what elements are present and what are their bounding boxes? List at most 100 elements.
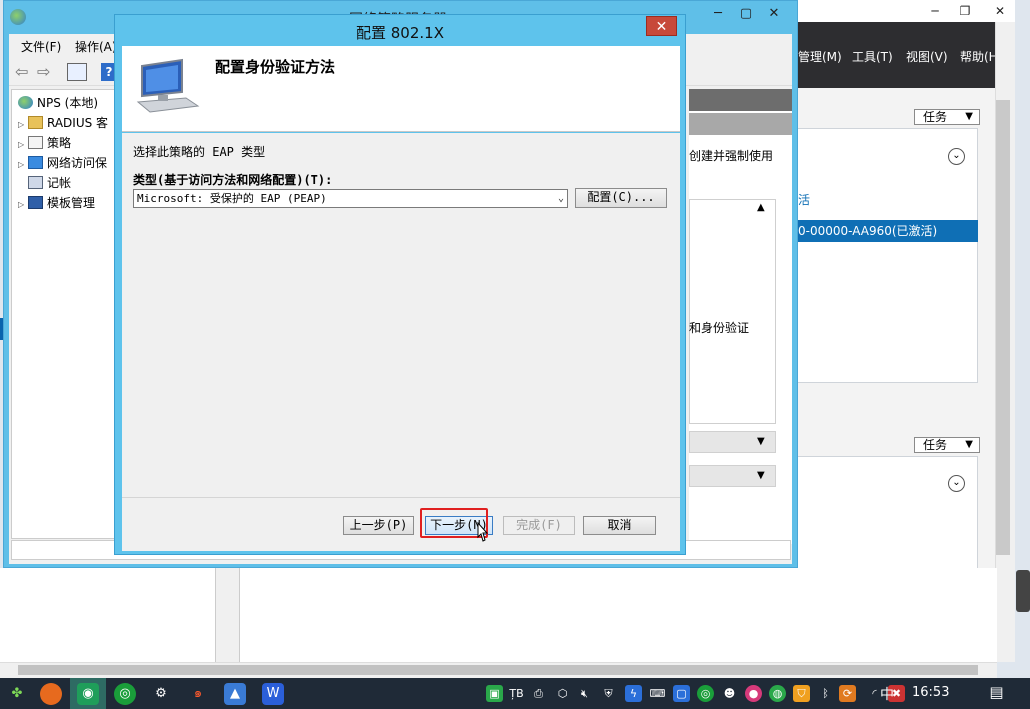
dialog-titlebar[interactable]: 配置 802.1X ✕ [115, 15, 685, 45]
edge-indicator [0, 318, 3, 340]
tree-item-templates[interactable]: ▷ 模板管理 [18, 194, 95, 211]
update-icon[interactable]: ⟳ [839, 685, 856, 702]
shield-icon[interactable]: ⛨ [600, 685, 617, 702]
content-panel [689, 199, 776, 424]
tree-item-radius[interactable]: ▷ RADIUS 客 [18, 114, 108, 131]
dropdown-arrow-icon: ▼ [965, 111, 973, 122]
menu-tools[interactable]: 工具(T) [852, 48, 893, 65]
tree-item-policies[interactable]: ▷ 策略 [18, 134, 71, 151]
roles-panel [798, 128, 978, 383]
tree-item-nps-local[interactable]: NPS (本地) [18, 94, 98, 111]
dropdown-arrow-icon: ▼ [965, 439, 973, 450]
remote-icon[interactable]: ▢ [673, 685, 690, 702]
eap-type-select[interactable]: Microsoft: 受保护的 EAP (PEAP) ⌄ [133, 189, 568, 208]
subheader-bar [689, 113, 792, 135]
tasks-button-top[interactable]: 任务 ▼ [914, 109, 980, 125]
settings-gear-icon[interactable]: ⚙ [150, 683, 172, 705]
tray-tb-icon[interactable]: ȚB [508, 685, 525, 702]
tray-app-icon[interactable]: ▣ [486, 685, 503, 702]
expand-down-icon[interactable]: ▼ [757, 436, 765, 447]
tasks-label: 任务 [923, 438, 948, 452]
menu-action[interactable]: 操作(A) [75, 38, 117, 55]
dialog-heading: 配置身份验证方法 [215, 58, 336, 76]
firefox-icon[interactable] [40, 683, 62, 705]
nps-tree: NPS (本地) ▷ RADIUS 客 ▷ 策略 ▷ 网络访问保 记帐 ▷ 模板管理 [11, 89, 121, 539]
activate-link[interactable]: 活 [798, 191, 810, 208]
photos-icon[interactable]: ▲ [224, 683, 246, 705]
wechat-icon[interactable]: ◍ [769, 685, 786, 702]
menu-view[interactable]: 视图(V) [906, 48, 948, 65]
finish-button[interactable]: 完成(F) [503, 516, 575, 535]
color-app-icon[interactable]: ● [745, 685, 762, 702]
taskbar: ✤ ◉ ◎ ⚙ ๑ ▲ W ▣ ȚB ⎙ ⬡ 🔇︎ ⛨ ϟ ⌨ ▢ ◎ ☻ ● … [0, 678, 1030, 709]
tasks-label: 任务 [923, 110, 948, 124]
console-tree-icon[interactable] [67, 63, 87, 81]
mute-icon[interactable]: 🔇︎ [576, 685, 593, 702]
minimize-icon[interactable]: ─ [920, 0, 950, 22]
printer-icon[interactable]: ⎙ [530, 685, 547, 702]
collapse-up-icon[interactable]: ▲ [757, 202, 765, 213]
menu-file[interactable]: 文件(F) [21, 38, 61, 55]
dialog-header: 配置身份验证方法 [122, 46, 680, 132]
clock[interactable]: 16:53 [912, 685, 949, 700]
folder-icon [28, 116, 43, 129]
accounting-icon [28, 176, 43, 189]
security-icon[interactable]: ⛉ [793, 685, 810, 702]
lower-left-pane [0, 568, 216, 662]
notification-icon[interactable]: ▤ [988, 684, 1005, 701]
dialog-body: 选择此策略的 EAP 类型 类型(基于访问方法和网络配置)(T): Micros… [122, 133, 680, 497]
package-icon[interactable]: ⬡ [554, 685, 571, 702]
collapse-icon[interactable]: ⌄ [948, 475, 965, 492]
policy-icon [28, 136, 43, 149]
expand-icon[interactable]: ▷ [18, 160, 28, 169]
back-button[interactable]: 上一步(P) [343, 516, 414, 535]
horizontal-scrollbar-thumb[interactable] [18, 665, 978, 675]
close-icon[interactable]: ✕ [760, 5, 788, 23]
chevron-down-icon[interactable]: ⌄ [558, 190, 564, 207]
side-handle[interactable] [1016, 570, 1030, 612]
computer-icon [136, 58, 200, 113]
restore-icon[interactable]: ❐ [950, 0, 980, 22]
chat-tray-icon[interactable]: ◎ [697, 685, 714, 702]
eap-type-value: Microsoft: 受保护的 EAP (PEAP) [137, 192, 327, 205]
expand-icon[interactable]: ▷ [18, 200, 28, 209]
keyboard-icon[interactable]: ⌨ [649, 685, 666, 702]
wps-writer-icon[interactable]: W [262, 683, 284, 705]
configure-button[interactable]: 配置(C)... [575, 188, 667, 208]
content-text-auth: 和身份验证 [689, 321, 750, 335]
start-icon[interactable]: ✤ [6, 683, 28, 705]
expand-down-icon[interactable]: ▼ [757, 470, 765, 481]
maximize-icon[interactable]: ▢ [732, 5, 760, 23]
mouse-cursor-icon [477, 522, 488, 542]
close-icon[interactable]: ✕ [985, 0, 1015, 22]
globe-icon [18, 96, 33, 109]
menu-help[interactable]: 帮助(H [960, 48, 998, 65]
bluetooth-icon[interactable]: ᛒ [817, 685, 834, 702]
expand-icon[interactable]: ▷ [18, 120, 28, 129]
tasks-button-bottom[interactable]: 任务 ▼ [914, 437, 980, 453]
chat-app-icon[interactable]: ◎ [114, 683, 136, 705]
lightning-icon[interactable]: ϟ [625, 685, 642, 702]
tree-label: 记帐 [47, 176, 72, 190]
minimize-icon[interactable]: ─ [704, 5, 732, 23]
scrollbar-thumb[interactable] [996, 100, 1010, 555]
swirl-app-icon[interactable]: ๑ [187, 683, 209, 705]
selected-row[interactable]: 0-00000-AA960(已激活) [798, 220, 978, 242]
menu-manage[interactable]: 管理(M) [798, 48, 842, 65]
forward-arrow-icon[interactable]: ⇨ [37, 62, 50, 81]
cancel-button[interactable]: 取消 [583, 516, 656, 535]
tree-item-accounting[interactable]: 记帐 [18, 174, 71, 191]
eap-type-label: 类型(基于访问方法和网络配置)(T): [133, 173, 333, 187]
expand-icon[interactable]: ▷ [18, 140, 28, 149]
lower-content-pane [240, 568, 997, 662]
globe-icon [10, 9, 26, 25]
close-icon[interactable]: ✕ [646, 16, 677, 36]
back-arrow-icon[interactable]: ⇦ [15, 62, 28, 81]
tree-item-nap[interactable]: ▷ 网络访问保 [18, 154, 107, 171]
qq-icon[interactable]: ☻ [721, 685, 738, 702]
tree-label: NPS (本地) [37, 96, 99, 110]
remote-app-icon[interactable]: ◉ [77, 683, 99, 705]
ime-indicator[interactable]: 中 [880, 684, 894, 704]
tree-label: 策略 [47, 136, 72, 150]
collapse-icon[interactable]: ⌄ [948, 148, 965, 165]
